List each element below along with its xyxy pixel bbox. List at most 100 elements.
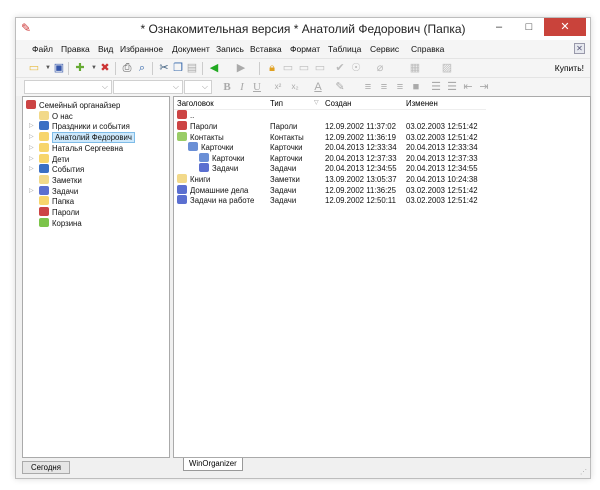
folder-icon [39,164,49,174]
tree-item[interactable]: Пароли [39,207,79,218]
item-icon [188,142,198,152]
tree-item[interactable]: ▷ События [29,164,85,175]
menu-item[interactable]: Вид [98,44,113,54]
close-document-icon[interactable]: ✕ [574,43,585,54]
print-icon[interactable]: ⎙ [121,62,133,74]
cell-created: 20.04.2013 12:37:33 [325,153,397,163]
open-icon[interactable]: ▭ [28,62,40,74]
tree-item[interactable]: ▷ Наталья Сергеевна [29,142,123,154]
bullets-icon[interactable]: ☰ [430,81,442,93]
tree-item-label: Анатолий Федорович [52,132,135,144]
cut-icon[interactable]: ✂ [158,62,170,74]
menu-item[interactable]: Формат [290,44,320,54]
buy-button[interactable]: Купить! [555,63,584,73]
cell-type: Заметки [270,175,300,184]
menu-item[interactable]: Вставка [250,44,282,54]
tree-item[interactable]: ▷ Дети [29,153,69,165]
column-modified[interactable]: Изменен [406,97,438,110]
cell-created: 12.09.2002 11:37:02 [325,122,396,131]
menu-item[interactable]: Справка [411,44,444,54]
folder-icon [39,110,49,120]
tree-item[interactable]: Папка [39,196,74,207]
bulb-icon[interactable]: ☉ [350,62,362,74]
subscript-button[interactable]: x₂ [289,81,301,93]
highlight-icon[interactable]: ✎ [334,81,346,93]
column-created[interactable]: Создан [325,97,351,110]
cell-modified: 20.04.2013 12:33:34 [406,143,478,153]
menu-item[interactable]: Запись [216,44,244,54]
today-button[interactable]: Сегодня [22,461,70,474]
menu-item[interactable]: Файл [32,44,53,54]
lock-icon[interactable]: 🔒︎ [266,62,278,74]
table-icon[interactable]: ▦ [409,62,421,74]
cell-modified: 03.02.2003 12:51:42 [406,185,478,195]
save-icon[interactable]: ▣ [53,62,65,74]
tree-item-label: Заметки [52,175,82,185]
forward-icon[interactable]: ▶ [235,62,247,74]
menu-item[interactable]: Избранное [120,44,163,54]
align-right-icon[interactable]: ≡ [394,81,406,93]
menu-item[interactable]: Правка [61,44,90,54]
doc-icon[interactable]: ▭ [282,62,294,74]
up-label: .. [190,111,195,120]
tab-winorganizer[interactable]: WinOrganizer [183,458,243,471]
menu-item[interactable]: Документ [172,44,210,54]
tree-item[interactable]: Семейный органайзер [26,100,120,111]
item-list: Заголовок Тип ▽ Создан Изменен .. Пароли… [173,96,591,458]
expand-arrow-icon[interactable]: ▷ [29,164,34,175]
expand-arrow-icon[interactable]: ▷ [29,154,34,165]
font-color-button[interactable]: A [312,81,324,93]
cell-title: Карточки [201,143,234,153]
justify-icon[interactable]: ■ [410,81,422,93]
doc2-icon[interactable]: ▭ [314,62,326,74]
image-icon[interactable]: ▨ [441,62,453,74]
expand-arrow-icon[interactable]: ▷ [29,143,34,154]
bold-button[interactable]: B [221,81,233,93]
back-icon[interactable]: ◀ [208,62,220,74]
align-center-icon[interactable]: ≡ [378,81,390,93]
tree-item[interactable]: Корзина [39,217,82,229]
column-type[interactable]: Тип [270,97,283,110]
outdent-icon[interactable]: ⇤ [462,81,474,93]
tree-item[interactable]: О нас [39,110,73,122]
tree-item[interactable]: ▷ Задачи [29,185,78,197]
numbering-icon[interactable]: ☰ [446,81,458,93]
column-title[interactable]: Заголовок [177,97,214,110]
expand-arrow-icon[interactable]: ▷ [29,186,34,197]
expand-arrow-icon[interactable]: ▷ [29,121,34,132]
check-icon[interactable]: ✔ [334,62,346,74]
edit-icon[interactable]: ▭ [298,62,310,74]
attach-icon[interactable]: ⌀ [374,62,386,74]
size-select[interactable]: ⌵ [184,80,212,94]
minimize-button[interactable]: – [488,18,510,36]
indent-icon[interactable]: ⇥ [478,81,490,93]
tree-item[interactable]: ▷ Праздники и события [29,121,130,132]
copy-icon[interactable]: ❐ [172,62,184,74]
close-button[interactable]: ✕ [544,18,586,36]
expand-arrow-icon[interactable]: ▷ [29,132,34,143]
tree-item[interactable]: ▷ Анатолий Федорович [29,132,135,144]
preview-icon[interactable]: ⌕ [136,62,148,74]
cell-type: Контакты [270,132,304,142]
cell-modified: 03.02.2003 12:51:42 [406,196,478,206]
tree-item-label: Папка [52,197,75,207]
list-item-up[interactable]: .. [177,110,194,121]
paste-icon[interactable]: ▤ [186,62,198,74]
item-icon [199,163,209,173]
menu-item[interactable]: Сервис [370,44,399,54]
cell-created: 12.09.2002 11:36:25 [325,185,396,195]
tree-item-label: События [52,165,85,175]
tree-item[interactable]: Заметки [39,174,82,186]
underline-button[interactable]: U [251,81,263,93]
new-item-icon[interactable]: ✚ [74,62,86,74]
item-icon [177,131,187,141]
delete-icon[interactable]: ✖ [99,62,111,74]
menu-item[interactable]: Таблица [328,44,361,54]
font-select[interactable]: ⌵ [113,80,183,94]
maximize-button[interactable]: □ [518,18,540,36]
style-select[interactable]: ⌵ [24,80,112,94]
resize-grip-icon[interactable]: ⋰ [580,468,587,476]
superscript-button[interactable]: x² [272,81,284,93]
align-left-icon[interactable]: ≡ [362,81,374,93]
italic-button[interactable]: I [236,81,248,93]
